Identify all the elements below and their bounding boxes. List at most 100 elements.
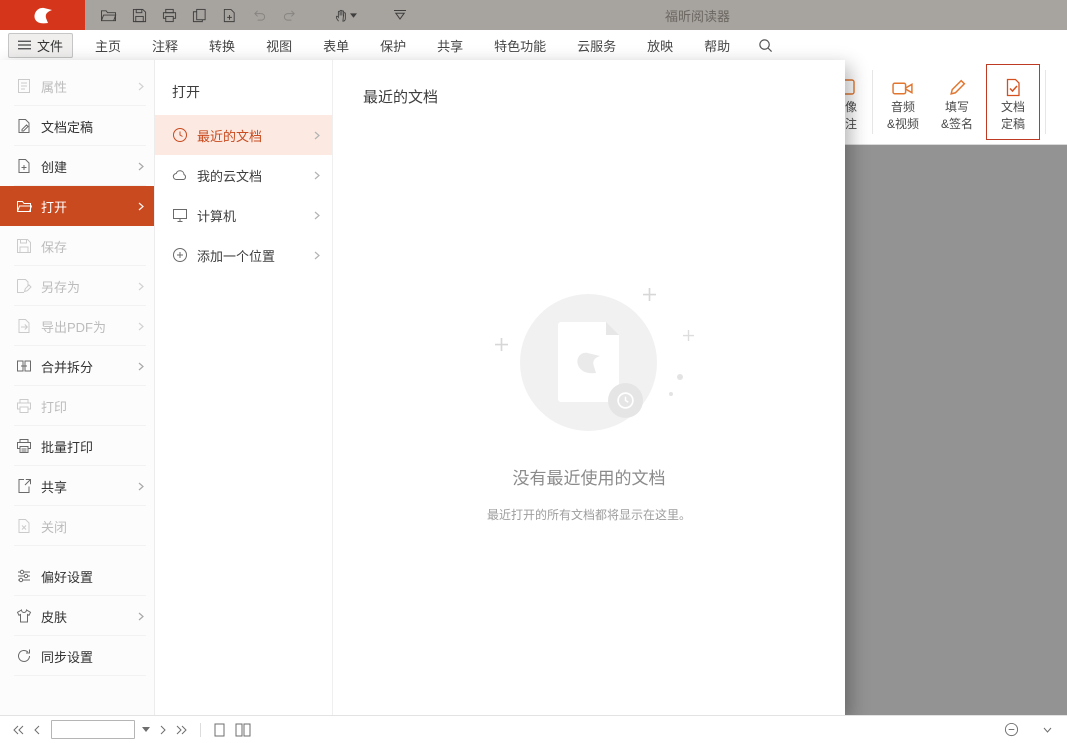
- page-number-input[interactable]: [51, 720, 135, 739]
- recent-clock-icon: [608, 383, 643, 418]
- open-item-cloud-documents[interactable]: 我的云文档: [155, 155, 332, 195]
- file-menu-item-save[interactable]: 保存: [0, 226, 154, 266]
- file-menu-button[interactable]: 文件: [8, 33, 73, 58]
- new-document-icon[interactable]: [222, 8, 237, 23]
- tab-convert[interactable]: 转换: [209, 36, 235, 55]
- open-item-add-place[interactable]: 添加一个位置: [155, 235, 332, 275]
- ribbon-item-audio-video[interactable]: 音频 &视频: [876, 60, 930, 144]
- dot-decoration: [677, 374, 683, 380]
- merge-split-icon: [16, 358, 32, 374]
- ribbon-label: &视频: [887, 117, 919, 131]
- tab-form[interactable]: 表单: [323, 36, 349, 55]
- submenu-arrow-icon: [314, 131, 320, 140]
- zoom-tool-button[interactable]: [999, 722, 1024, 737]
- tab-features[interactable]: 特色功能: [494, 36, 546, 55]
- file-menu-item-print[interactable]: 打印: [0, 386, 154, 426]
- cropped-icon: [845, 73, 856, 97]
- caret-down-icon: [350, 13, 357, 18]
- menubar: 文件 主页 注释 转换 视图 表单 保护 共享 特色功能 云服务 放映 帮助: [0, 30, 1067, 60]
- file-menu-item-share[interactable]: 共享: [0, 466, 154, 506]
- tab-comment[interactable]: 注释: [152, 36, 178, 55]
- file-menu-item-finalize[interactable]: 文档定稿: [0, 106, 154, 146]
- video-camera-icon: [892, 73, 914, 97]
- submenu-arrow-icon: [314, 171, 320, 180]
- file-menu-item-open[interactable]: 打开: [0, 186, 154, 226]
- save-as-floppy-icon: [16, 278, 32, 294]
- single-page-view-button[interactable]: [209, 723, 230, 737]
- ribbon-item-finalize-document[interactable]: 文档 定稿: [986, 64, 1040, 140]
- ribbon-item-fill-sign[interactable]: 填写 &签名: [930, 60, 984, 144]
- file-menu-item-create[interactable]: 创建: [0, 146, 154, 186]
- redo-icon[interactable]: [282, 8, 297, 22]
- submenu-arrow-icon: [138, 202, 144, 211]
- submenu-arrow-icon: [138, 322, 144, 331]
- customize-quick-access-icon[interactable]: [394, 10, 406, 20]
- page-dropdown-button[interactable]: [137, 727, 155, 732]
- open-panel: 打开 最近的文档 我的云文档 计算机 添加一个位置: [155, 60, 333, 715]
- statusbar: [0, 715, 1067, 743]
- next-page-button[interactable]: [155, 725, 171, 735]
- last-page-button[interactable]: [171, 725, 192, 735]
- open-panel-title: 打开: [155, 60, 332, 115]
- first-page-button[interactable]: [8, 725, 29, 735]
- printer-icon: [16, 398, 32, 414]
- foxit-watermark-icon: [574, 348, 604, 376]
- close-doc-icon: [16, 518, 32, 534]
- foxit-logo: [0, 0, 85, 30]
- plus-decoration-icon: [643, 288, 656, 301]
- hamburger-icon: [18, 40, 31, 50]
- tab-present[interactable]: 放映: [647, 36, 673, 55]
- submenu-arrow-icon: [138, 362, 144, 371]
- file-menu-item-skin[interactable]: 皮肤: [0, 596, 154, 636]
- open-folder-icon[interactable]: [100, 8, 117, 23]
- save-icon[interactable]: [132, 8, 147, 23]
- recent-documents-panel: 最近的文档: [333, 60, 845, 715]
- facing-page-view-button[interactable]: [230, 723, 256, 737]
- chevron-down-button[interactable]: [1038, 727, 1057, 733]
- plus-circle-icon: [172, 247, 188, 263]
- tab-help[interactable]: 帮助: [704, 36, 730, 55]
- open-item-computer[interactable]: 计算机: [155, 195, 332, 235]
- tab-home[interactable]: 主页: [95, 36, 121, 55]
- tab-view[interactable]: 视图: [266, 36, 292, 55]
- submenu-arrow-icon: [138, 282, 144, 291]
- cloud-icon: [172, 167, 188, 183]
- plus-decoration-icon: [683, 330, 694, 341]
- undo-icon[interactable]: [252, 8, 267, 22]
- tab-share[interactable]: 共享: [437, 36, 463, 55]
- ribbon-cropped-label-1: 像: [845, 100, 857, 114]
- recent-documents-title: 最近的文档: [333, 60, 845, 107]
- open-item-recent-documents[interactable]: 最近的文档: [155, 115, 332, 155]
- prev-page-button[interactable]: [29, 725, 45, 735]
- file-menu-item-sync-settings[interactable]: 同步设置: [0, 636, 154, 676]
- ribbon-strip: 像 注 音频 &视频 填写 &签名 文档 定稿: [845, 60, 1067, 145]
- finalize-doc-icon: [16, 118, 32, 134]
- open-folder-icon: [16, 198, 32, 214]
- empty-state-graphic: [483, 288, 695, 448]
- submenu-arrow-icon: [138, 612, 144, 621]
- empty-state-title: 没有最近使用的文档: [513, 464, 666, 489]
- file-menu-popup: 属性 文档定稿 创建 打开 保存: [0, 60, 845, 715]
- file-menu-item-merge-split[interactable]: 合并拆分: [0, 346, 154, 386]
- file-menu-item-save-as[interactable]: 另存为: [0, 266, 154, 306]
- search-icon[interactable]: [758, 38, 773, 53]
- file-menu-item-preferences[interactable]: 偏好设置: [0, 556, 154, 596]
- ribbon-separator: [872, 70, 873, 134]
- file-menu-item-close[interactable]: 关闭: [0, 506, 154, 546]
- page-fold: [606, 322, 619, 335]
- hand-tool-icon[interactable]: [334, 8, 357, 23]
- file-menu-item-export-pdf[interactable]: 导出PDF为: [0, 306, 154, 346]
- copy-pages-icon[interactable]: [192, 8, 207, 23]
- file-menu-item-properties[interactable]: 属性: [0, 66, 154, 106]
- submenu-arrow-icon: [138, 162, 144, 171]
- ribbon-item-cropped[interactable]: 像 注: [845, 60, 869, 144]
- file-menu-item-batch-print[interactable]: 批量打印: [0, 426, 154, 466]
- share-doc-icon: [16, 478, 32, 494]
- submenu-arrow-icon: [138, 82, 144, 91]
- save-floppy-icon: [16, 238, 32, 254]
- print-icon[interactable]: [162, 8, 177, 23]
- tab-protect[interactable]: 保护: [380, 36, 406, 55]
- window-title: 福昕阅读器: [665, 0, 730, 30]
- tab-cloud[interactable]: 云服务: [577, 36, 616, 55]
- submenu-arrow-icon: [138, 482, 144, 491]
